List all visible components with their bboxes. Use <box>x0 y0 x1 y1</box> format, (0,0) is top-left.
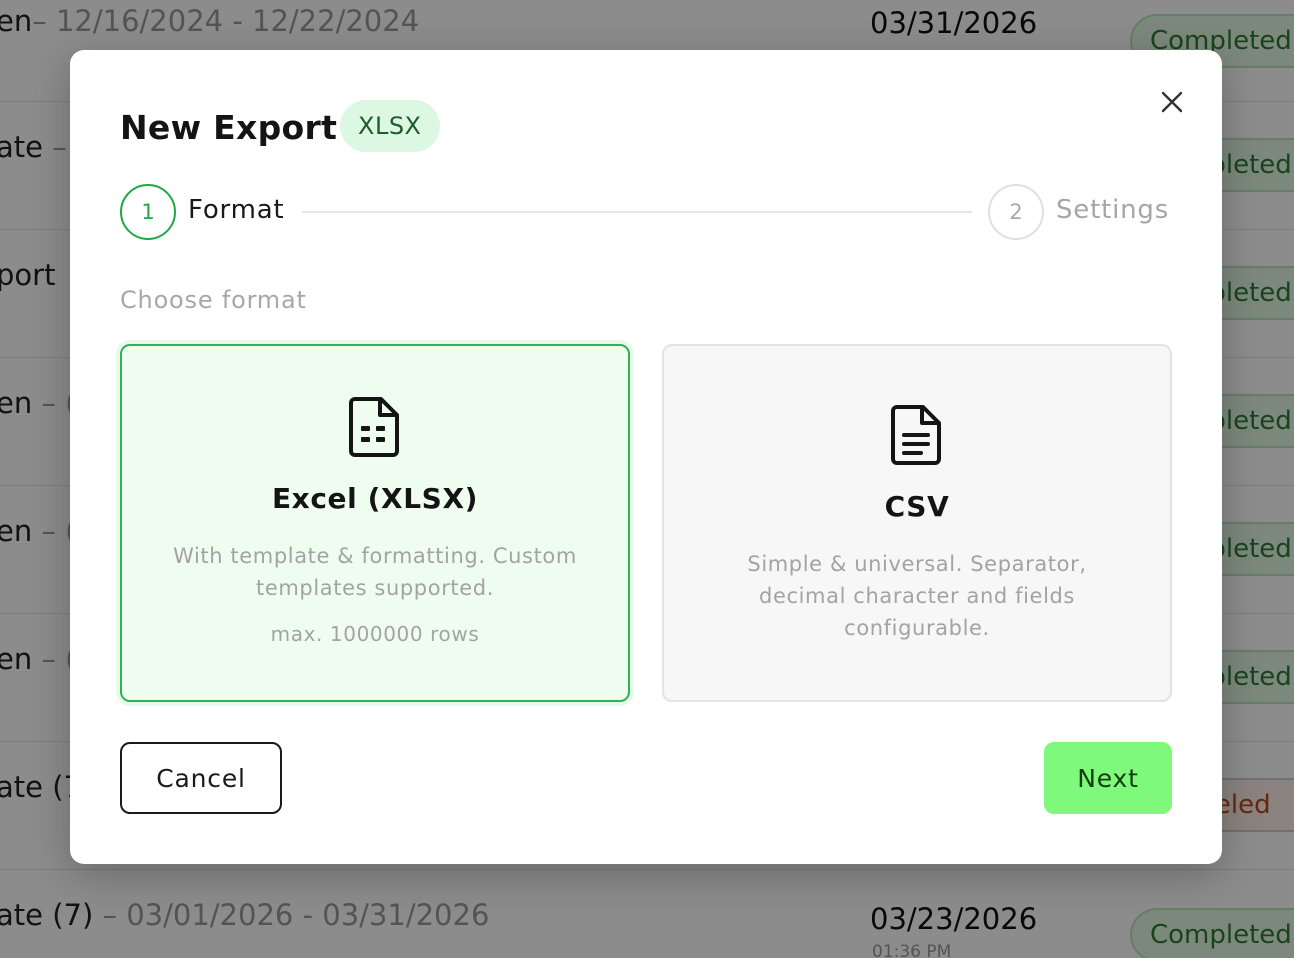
close-icon <box>1161 91 1183 113</box>
export-modal: New Export XLSX 1 Format 2 Settings Choo… <box>70 50 1222 864</box>
close-button[interactable] <box>1154 84 1190 120</box>
step-1-label: Format <box>188 195 285 225</box>
format-card-title: CSV <box>884 490 950 523</box>
next-button[interactable]: Next <box>1044 742 1172 814</box>
format-card-xlsx[interactable]: Excel (XLSX) With template & formatting.… <box>120 344 630 702</box>
spreadsheet-file-icon <box>349 397 399 457</box>
step-1-indicator: 1 <box>120 184 176 240</box>
format-card-csv[interactable]: CSV Simple & universal. Separator, decim… <box>662 344 1172 702</box>
choose-format-label: Choose format <box>120 286 307 314</box>
format-card-description: With template & formatting. Custom templ… <box>173 544 577 600</box>
format-card-title: Excel (XLSX) <box>271 482 479 515</box>
format-card-description: Simple & universal. Separator, decimal c… <box>747 552 1087 640</box>
step-2-indicator: 2 <box>988 184 1044 240</box>
format-badge: XLSX <box>340 100 440 152</box>
stepper-connector <box>302 211 972 213</box>
text-file-icon <box>891 405 941 465</box>
cancel-button[interactable]: Cancel <box>120 742 282 814</box>
format-card-row-limit: max. 1000000 rows <box>270 622 480 646</box>
modal-title: New Export <box>120 108 338 147</box>
step-2-label: Settings <box>1056 195 1170 225</box>
